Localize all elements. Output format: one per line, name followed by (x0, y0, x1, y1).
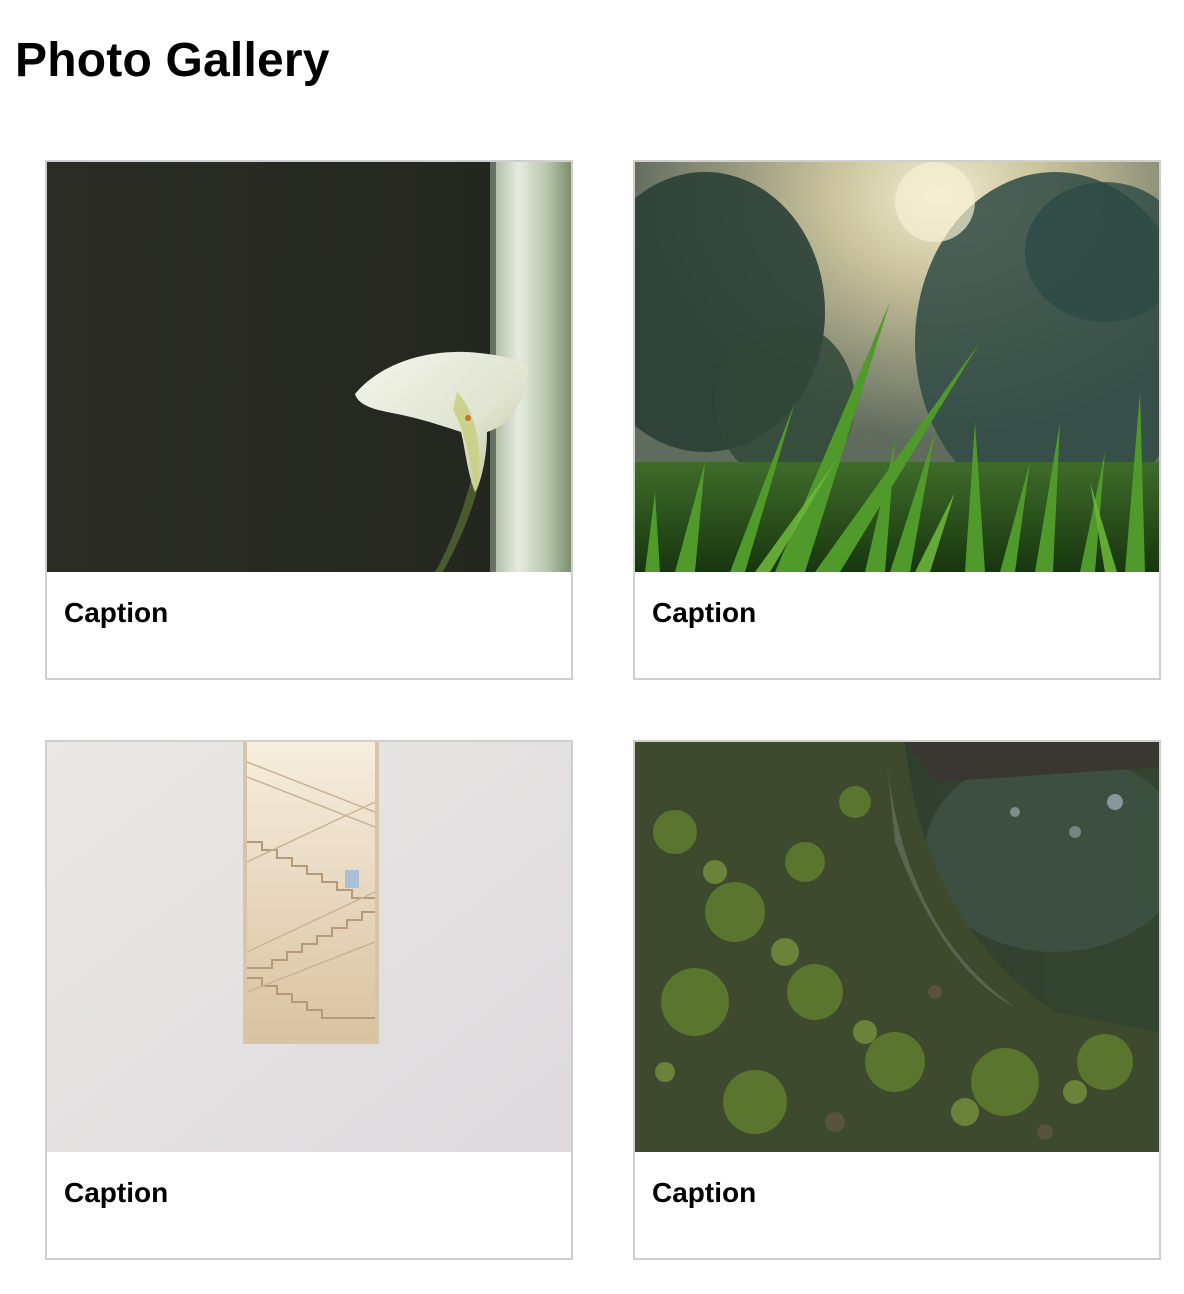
gallery-card[interactable]: Caption (633, 740, 1161, 1260)
gallery-card[interactable]: Caption (45, 160, 573, 680)
gallery-photo[interactable] (635, 162, 1159, 572)
gallery-photo[interactable] (47, 162, 571, 572)
photo-caption: Caption (652, 1177, 757, 1208)
photo-caption: Caption (64, 1177, 169, 1208)
page-title: Photo Gallery (15, 34, 330, 87)
photo-caption: Caption (652, 597, 757, 628)
gallery-card[interactable]: Caption (45, 740, 573, 1260)
gallery-photo[interactable] (635, 742, 1159, 1152)
photo-caption: Caption (64, 597, 169, 628)
gallery-photo[interactable] (47, 742, 571, 1152)
gallery-card[interactable]: Caption (633, 160, 1161, 680)
